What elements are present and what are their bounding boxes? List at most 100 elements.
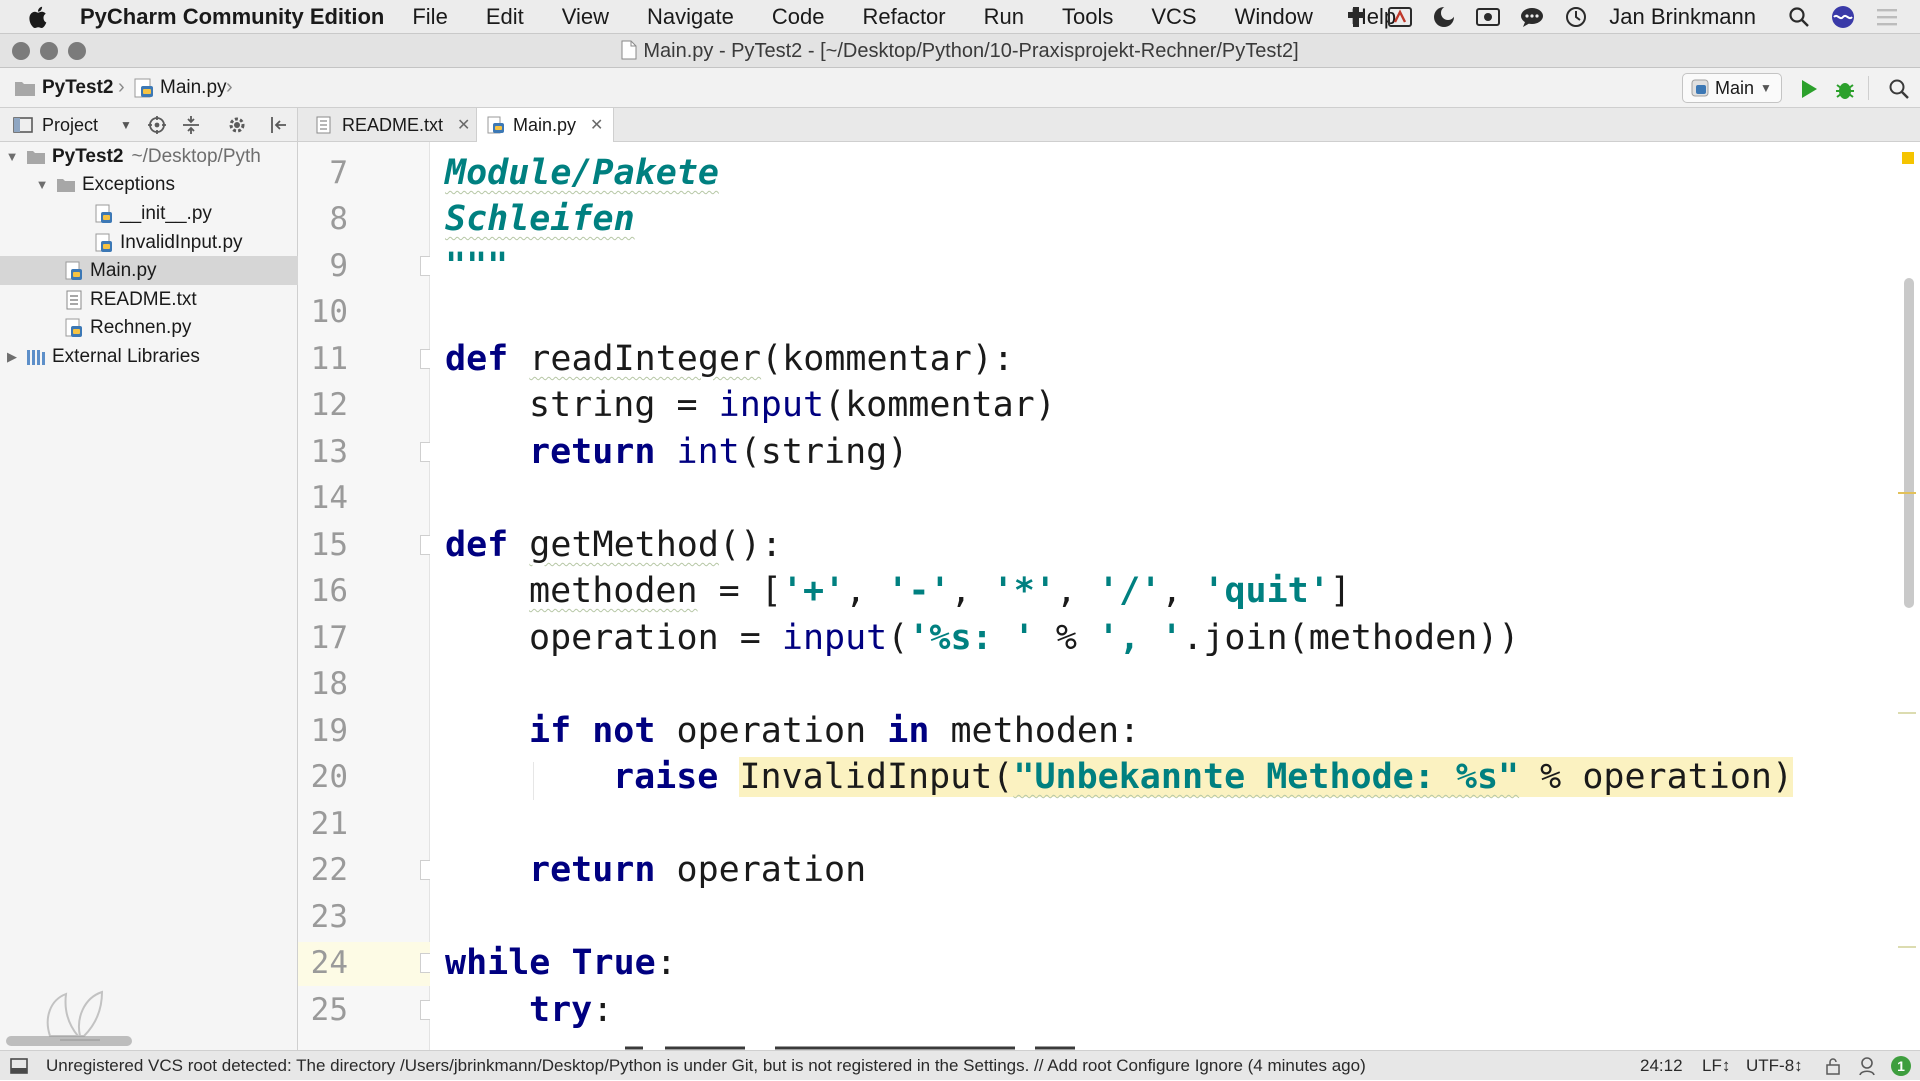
tree-item-label: Exceptions	[82, 173, 175, 195]
menu-tools[interactable]: Tools	[1062, 4, 1113, 30]
moon-icon[interactable]	[1429, 4, 1459, 30]
warning-stripe[interactable]	[1898, 492, 1916, 494]
chevron-down-icon[interactable]: ▼	[120, 108, 132, 142]
hector-inspector-icon[interactable]	[1856, 1055, 1878, 1077]
run-icon[interactable]	[1796, 76, 1822, 102]
macos-menu-bar: PyCharm Community Edition File Edit View…	[0, 0, 1920, 34]
line-number-current: 24	[310, 945, 348, 981]
code-text: (	[887, 618, 909, 658]
vcs-notification-message[interactable]: Unregistered VCS root detected: The dire…	[46, 1051, 1366, 1081]
keyword-return: return	[529, 850, 656, 890]
warning-stripe[interactable]	[1898, 712, 1916, 714]
code-text: operation	[655, 850, 867, 890]
keyword-in: in	[887, 711, 930, 751]
line-number: 19	[310, 713, 348, 749]
menu-edit[interactable]: Edit	[486, 4, 524, 30]
breadcrumb-file-label: Main.py	[160, 77, 227, 98]
debug-icon[interactable]	[1832, 76, 1858, 102]
menu-refactor[interactable]: Refactor	[862, 4, 945, 30]
time-machine-icon[interactable]	[1561, 4, 1591, 30]
tree-item-project-root[interactable]: ▼ PyTest2 ~/Desktop/Pyth	[0, 142, 301, 171]
window-title-text: Main.py - PyTest2 - [~/Desktop/Python/10…	[643, 40, 1299, 62]
menu-vcs[interactable]: VCS	[1151, 4, 1196, 30]
apple-icon[interactable]	[28, 5, 58, 29]
docstring-text: Schleifen	[445, 199, 635, 239]
menu-run[interactable]: Run	[984, 4, 1024, 30]
adobe-icon[interactable]	[1385, 4, 1415, 30]
string-literal: '+'	[781, 571, 846, 611]
partially-visible-line	[625, 1036, 1165, 1050]
line-number: 22	[310, 852, 348, 888]
close-tab-icon[interactable]: ✕	[590, 115, 603, 135]
caret-position[interactable]: 24:12	[1640, 1051, 1683, 1081]
code-text: .join(methoden))	[1182, 618, 1520, 658]
code-text: string =	[529, 385, 719, 425]
line-separator-select[interactable]: LF↕	[1702, 1051, 1730, 1081]
gear-icon[interactable]	[226, 114, 248, 136]
search-everywhere-icon[interactable]	[1886, 76, 1912, 102]
keyword-raise: raise	[613, 757, 719, 797]
menu-navigate[interactable]: Navigate	[647, 4, 734, 30]
editor-vertical-scrollbar[interactable]	[1904, 278, 1914, 608]
tool-window-toggle-icon[interactable]	[8, 1055, 30, 1077]
user-name[interactable]: Jan Brinkmann	[1609, 4, 1756, 30]
code-line-12: string = input(kommentar)	[529, 382, 1056, 428]
tab-readme-txt[interactable]: README.txt ✕	[306, 108, 480, 142]
event-log-count: 1	[1897, 1058, 1905, 1074]
chat-bubble-icon[interactable]	[1517, 4, 1547, 30]
plugin-icon[interactable]	[1341, 4, 1371, 30]
line-number: 16	[310, 573, 348, 609]
tab-main-py[interactable]: Main.py ✕	[476, 108, 615, 142]
tree-item-exceptions[interactable]: ▼ Exceptions	[0, 170, 331, 199]
app-name-menu[interactable]: PyCharm Community Edition	[80, 4, 384, 30]
python-file-icon	[64, 318, 84, 338]
folder-icon	[14, 79, 36, 97]
menu-view[interactable]: View	[562, 4, 609, 30]
keyword-not: not	[592, 711, 656, 751]
warning-stripe[interactable]	[1898, 946, 1916, 948]
menu-code[interactable]: Code	[772, 4, 825, 30]
project-view-icon	[12, 114, 34, 136]
code-editor[interactable]: Module/Pakete Schleifen """ def readInte…	[430, 142, 1900, 1050]
project-view-selector[interactable]: Project	[42, 108, 98, 142]
spotlight-search-icon[interactable]	[1784, 4, 1814, 30]
code-text: = [	[697, 571, 782, 611]
event-log-icon[interactable]: 1	[1890, 1055, 1912, 1077]
expand-arrow-icon[interactable]: ▼	[4, 149, 20, 164]
keyword-true: True	[571, 943, 656, 983]
code-text: %	[1034, 618, 1098, 658]
tree-item-label: README.txt	[90, 288, 197, 310]
menu-window[interactable]: Window	[1235, 4, 1313, 30]
screen-record-icon[interactable]	[1473, 4, 1503, 30]
close-tab-icon[interactable]: ✕	[457, 115, 470, 135]
inspection-status-icon[interactable]	[1902, 152, 1914, 164]
keyword-try: try	[529, 990, 593, 1030]
string-literal: '%s: '	[908, 618, 1035, 658]
string-literal: 'quit'	[1203, 571, 1330, 611]
file-encoding-select[interactable]: UTF-8↕	[1746, 1051, 1803, 1081]
notification-center-icon[interactable]	[1872, 4, 1902, 30]
line-number: 25	[310, 992, 348, 1028]
lock-icon[interactable]	[1822, 1055, 1844, 1077]
collapse-all-icon[interactable]	[180, 114, 202, 136]
code-line-8: Schleifen	[445, 196, 635, 242]
tree-item-external-libraries[interactable]: ▶ External Libraries	[0, 342, 301, 371]
code-line-16: methoden = ['+', '-', '*', '/', 'quit']	[529, 571, 1351, 611]
breadcrumb-chevron-icon: ›	[118, 76, 125, 98]
expand-arrow-icon[interactable]: ▼	[34, 177, 50, 192]
code-text: (string)	[739, 432, 909, 472]
collapse-arrow-icon[interactable]: ▶	[4, 349, 20, 365]
tree-item-label: InvalidInput.py	[120, 231, 243, 253]
menu-file[interactable]: File	[412, 4, 447, 30]
code-line-13: return int(string)	[529, 429, 908, 475]
docstring-end: """	[445, 246, 509, 286]
function-name: readInteger	[529, 339, 762, 379]
hide-panel-icon[interactable]	[268, 114, 290, 136]
docstring-text: Module/Pakete	[445, 153, 719, 193]
breadcrumb-project[interactable]: PyTest2	[14, 68, 113, 108]
breadcrumb-file[interactable]: Main.py	[134, 68, 227, 108]
siri-icon[interactable]	[1828, 4, 1858, 30]
run-configuration-select[interactable]: Main ▼	[1682, 73, 1782, 103]
scroll-from-source-icon[interactable]	[146, 114, 168, 136]
code-line-11: def readInteger(kommentar):	[445, 336, 1014, 382]
